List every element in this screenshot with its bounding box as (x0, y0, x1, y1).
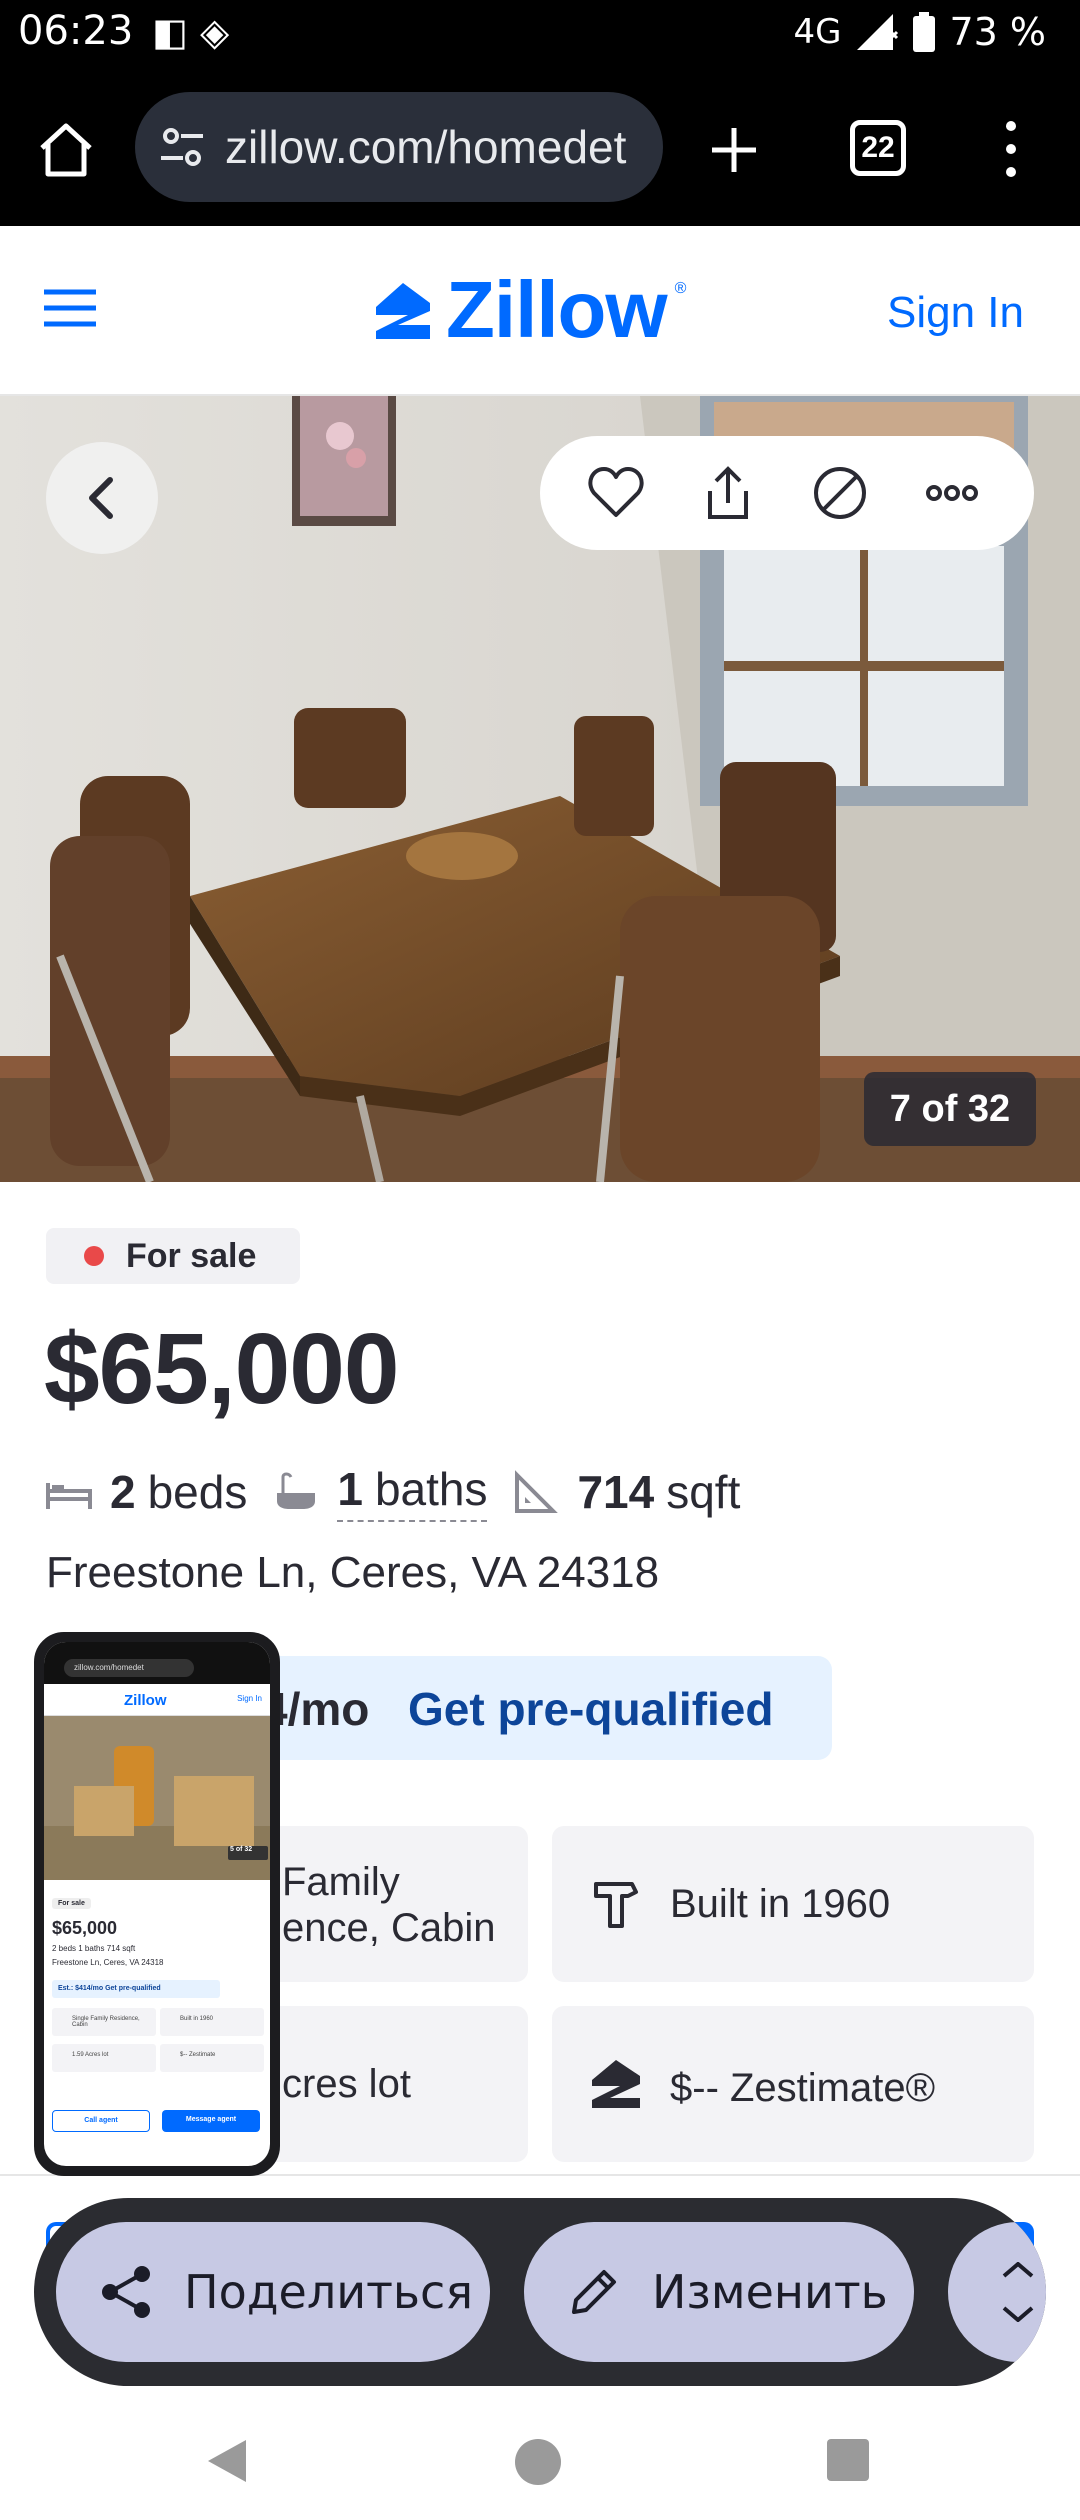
sqft-fact: 714 sqft (513, 1465, 740, 1519)
status-right: 4G 73 % (793, 10, 1046, 54)
scroll-capture-chip[interactable] (948, 2222, 1046, 2362)
status-label: For sale (126, 1236, 257, 1275)
bathtub-icon (277, 1472, 316, 1509)
listing-price: $65,000 (44, 1313, 399, 1425)
estimate-banner[interactable]: 4/mo Get pre-qualified (232, 1656, 832, 1760)
new-tab-icon[interactable] (704, 120, 764, 180)
share-nodes-icon (102, 2266, 150, 2318)
preview-photo: 5 of 32 (44, 1716, 270, 1880)
baths-fact[interactable]: 1 baths (273, 1462, 488, 1522)
ruler-icon (515, 1470, 559, 1513)
sign-in-link[interactable]: Sign In (887, 288, 1024, 338)
browser-toolbar: zillow.com/homedet 22 (0, 68, 1080, 226)
status-time: 06:23 (18, 8, 134, 54)
more-options-icon[interactable] (996, 114, 1026, 184)
edit-label: Изменить (652, 2265, 888, 2319)
share-label: Поделиться (184, 2265, 474, 2319)
logo-wordmark: Zillow (446, 265, 668, 354)
home-icon[interactable] (36, 120, 96, 180)
network-label: 4G (793, 12, 842, 52)
navigation-bar (0, 2400, 1080, 2520)
back-button[interactable] (46, 442, 158, 554)
back-nav-icon[interactable] (204, 2438, 248, 2484)
site-header: Zillow ® Sign In (0, 226, 1080, 396)
beds-fact: 2 beds (46, 1465, 247, 1519)
screenshot-actions-bar: Поделиться Изменить (34, 2198, 1046, 2386)
tab-switcher-button[interactable]: 22 (850, 120, 906, 176)
notification-icons: ◧ ◈ (152, 10, 230, 54)
chevron-left-icon (89, 477, 113, 519)
pencil-icon (572, 2270, 616, 2314)
site-settings-icon[interactable] (157, 122, 207, 172)
status-badge: For sale (46, 1228, 300, 1284)
hide-icon[interactable] (810, 463, 870, 523)
listing-photo[interactable]: 7 of 32 (0, 396, 1080, 1182)
listing-address: Freestone Ln, Ceres, VA 24318 (46, 1548, 660, 1597)
year-built-card: Built in 1960 (552, 1826, 1034, 1982)
heart-icon[interactable] (586, 463, 646, 523)
expand-icon (1002, 2262, 1034, 2322)
share-chip[interactable]: Поделиться (56, 2222, 490, 2362)
edit-chip[interactable]: Изменить (524, 2222, 914, 2362)
menu-icon[interactable] (44, 288, 96, 328)
get-prequalified-link[interactable]: Get pre-qualified (408, 1682, 773, 1736)
url-text: zillow.com/homedet (225, 121, 627, 173)
photo-counter: 7 of 32 (864, 1072, 1036, 1146)
zillow-logo[interactable]: Zillow ® (368, 265, 686, 354)
status-bar: 06:23 ◧ ◈ 4G 73 % (0, 0, 1080, 68)
battery-level: 73 % (949, 10, 1046, 54)
sale-dot-icon (84, 1246, 104, 1266)
share-icon[interactable] (698, 463, 758, 523)
address-bar[interactable]: zillow.com/homedet (135, 92, 663, 202)
bed-icon (46, 1483, 92, 1509)
battery-icon (913, 12, 936, 52)
recents-nav-icon[interactable] (826, 2438, 870, 2482)
zillow-house-icon (592, 2060, 640, 2108)
photo-actions (540, 436, 1034, 550)
zestimate-card[interactable]: $-- Zestimate® (552, 2006, 1034, 2162)
zillow-house-icon (376, 283, 430, 339)
screenshot-preview[interactable]: zillow.com/homedet Zillow Sign In 5 of 3… (34, 1632, 280, 2176)
hammer-icon (594, 1882, 638, 1928)
bed-bath-sqft: 2 beds 1 baths 714 sqft (46, 1462, 766, 1522)
home-nav-icon[interactable] (514, 2438, 562, 2486)
signal-icon (857, 14, 899, 50)
more-icon[interactable] (922, 463, 982, 523)
